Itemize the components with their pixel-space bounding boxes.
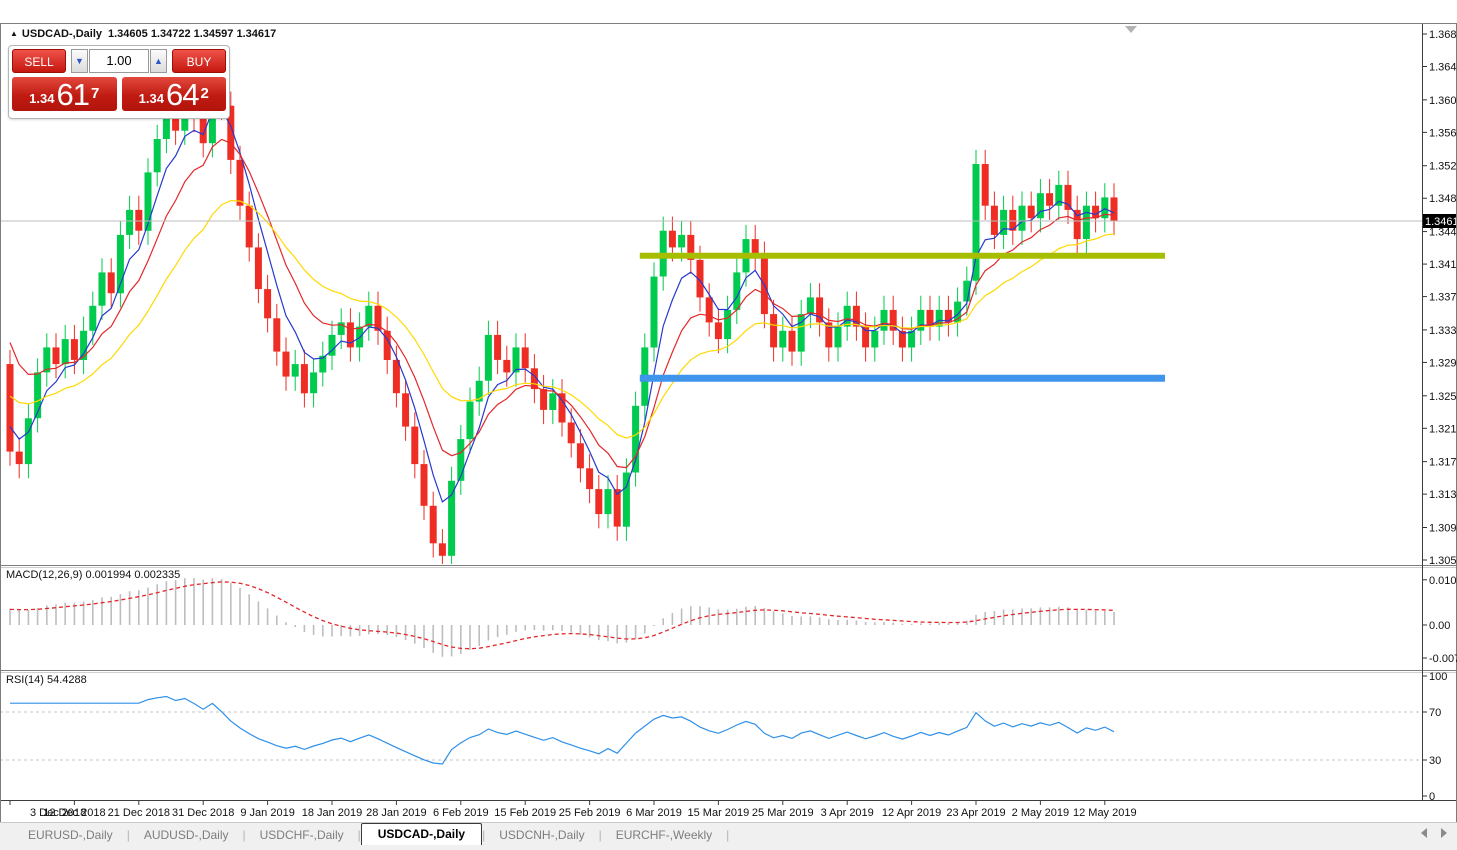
svg-text:31 Dec 2018: 31 Dec 2018	[172, 807, 234, 819]
svg-text:1.31730: 1.31730	[1429, 457, 1457, 469]
sell-price-base: 1.34	[29, 89, 54, 109]
svg-text:28 Jan 2019: 28 Jan 2019	[366, 807, 427, 819]
volume-input[interactable]: 1.00	[89, 49, 149, 73]
tab-scroll-left-icon[interactable]	[1421, 828, 1427, 838]
svg-text:25 Feb 2019: 25 Feb 2019	[559, 807, 621, 819]
svg-text:1.32520: 1.32520	[1429, 391, 1457, 403]
svg-text:1.36860: 1.36860	[1429, 29, 1457, 41]
svg-text:1.32130: 1.32130	[1429, 423, 1457, 435]
svg-text:12 May 2019: 12 May 2019	[1073, 807, 1137, 819]
svg-text:18 Jan 2019: 18 Jan 2019	[302, 807, 363, 819]
svg-text:1.35280: 1.35280	[1429, 161, 1457, 173]
svg-text:25 Mar 2019: 25 Mar 2019	[752, 807, 814, 819]
chart-tab-bar: EURUSD-,Daily|AUDUSD-,Daily|USDCHF-,Dail…	[0, 822, 1457, 846]
tab-scroll-controls	[1421, 828, 1447, 838]
sell-price-pips: 61	[56, 81, 88, 109]
chart-tab-eurchf[interactable]: EURCHF-,Weekly	[602, 825, 726, 846]
chart-window[interactable]: 1.346171.368601.364701.360701.356801.352…	[0, 23, 1457, 822]
buy-price-pips: 64	[166, 81, 198, 109]
buy-quote-panel[interactable]: 1.34 64 2	[122, 77, 227, 111]
chart-tab-audusd[interactable]: AUDUSD-,Daily	[130, 825, 243, 846]
chart-tab-usdcad[interactable]: USDCAD-,Daily	[361, 823, 482, 846]
svg-text:1.35680: 1.35680	[1429, 127, 1457, 139]
svg-text:30: 30	[1429, 755, 1441, 767]
terminal-window: H4D1W1MN 1.346171.368601.364701.360701.3…	[0, 0, 1457, 850]
chart-tab-usdchf[interactable]: USDCHF-,Daily	[246, 825, 358, 846]
svg-text:1.33310: 1.33310	[1429, 325, 1457, 337]
svg-text:21 Dec 2018: 21 Dec 2018	[108, 807, 170, 819]
rsi-indicator-label: RSI(14) 54.4288	[6, 674, 87, 686]
svg-text:12 Apr 2019: 12 Apr 2019	[882, 807, 941, 819]
svg-text:23 Apr 2019: 23 Apr 2019	[946, 807, 1005, 819]
svg-text:1.32920: 1.32920	[1429, 357, 1457, 369]
chart-title: ▲ USDCAD-,Daily 1.34605 1.34722 1.34597 1.…	[10, 28, 276, 40]
chart-tab-eurusd[interactable]: EURUSD-,Daily	[14, 825, 127, 846]
svg-text:100: 100	[1429, 671, 1447, 683]
buy-price-base: 1.34	[139, 89, 164, 109]
svg-text:70: 70	[1429, 707, 1441, 719]
svg-text:-0.00747: -0.00747	[1429, 653, 1457, 665]
svg-text:3 Apr 2019: 3 Apr 2019	[821, 807, 874, 819]
chart-canvas[interactable]: 1.346171.368601.364701.360701.356801.352…	[0, 0, 1457, 822]
chart-ohlc-values: 1.34605 1.34722 1.34597 1.34617	[108, 28, 276, 40]
svg-text:12 Dec 2018: 12 Dec 2018	[43, 807, 105, 819]
svg-text:6 Mar 2019: 6 Mar 2019	[626, 807, 682, 819]
svg-text:1.34890: 1.34890	[1429, 193, 1457, 205]
svg-text:2 May 2019: 2 May 2019	[1012, 807, 1069, 819]
buy-price-point: 2	[200, 77, 208, 111]
chart-tab-usdcnh[interactable]: USDCNH-,Daily	[485, 825, 598, 846]
svg-text:0: 0	[1429, 791, 1435, 803]
svg-text:6 Feb 2019: 6 Feb 2019	[433, 807, 489, 819]
svg-text:15 Feb 2019: 15 Feb 2019	[494, 807, 556, 819]
svg-text:1.34490: 1.34490	[1429, 227, 1457, 239]
svg-text:0.010229: 0.010229	[1429, 575, 1457, 587]
collapse-triangle-icon[interactable]: ▲	[10, 29, 18, 38]
one-click-trading-panel: SELL ▼ 1.00 ▲ BUY 1.34 61 7 1.34 64 2	[8, 45, 230, 119]
svg-text:1.30940: 1.30940	[1429, 522, 1457, 534]
svg-text:1.33710: 1.33710	[1429, 292, 1457, 304]
volume-increase-button[interactable]: ▲	[150, 49, 167, 73]
volume-decrease-button[interactable]: ▼	[71, 49, 88, 73]
svg-text:9 Jan 2019: 9 Jan 2019	[240, 807, 294, 819]
tab-separator: |	[726, 825, 729, 846]
sell-quote-panel[interactable]: 1.34 61 7	[12, 77, 117, 111]
svg-text:1.31340: 1.31340	[1429, 489, 1457, 501]
status-bar	[0, 845, 1457, 850]
svg-text:1.30550: 1.30550	[1429, 555, 1457, 567]
sell-price-point: 7	[91, 77, 99, 111]
chart-symbol-label: USDCAD-,Daily	[22, 28, 102, 40]
svg-text:1.36070: 1.36070	[1429, 95, 1457, 107]
svg-text:1.34100: 1.34100	[1429, 259, 1457, 271]
tab-scroll-right-icon[interactable]	[1441, 828, 1447, 838]
svg-text:0.00: 0.00	[1429, 620, 1450, 632]
svg-text:15 Mar 2019: 15 Mar 2019	[688, 807, 750, 819]
sell-button[interactable]: SELL	[12, 49, 66, 73]
macd-indicator-label: MACD(12,26,9) 0.001994 0.002335	[6, 569, 180, 581]
svg-text:1.36470: 1.36470	[1429, 62, 1457, 74]
buy-button[interactable]: BUY	[172, 49, 226, 73]
